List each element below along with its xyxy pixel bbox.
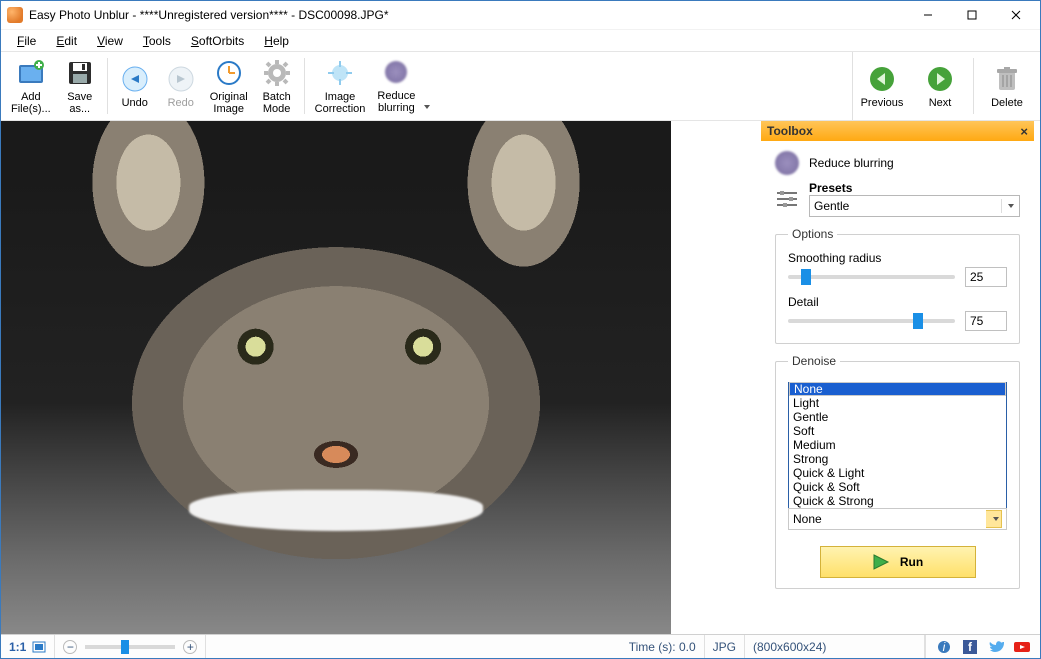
svg-text:i: i <box>943 640 946 654</box>
reduce-blurring-button[interactable]: Reduceblurring <box>371 52 421 118</box>
status-format: JPG <box>705 635 745 658</box>
zoom-in-button[interactable]: + <box>183 640 197 654</box>
fit-icon <box>32 641 46 653</box>
menu-help[interactable]: Help <box>256 32 297 50</box>
denoise-option[interactable]: Strong <box>789 452 1006 466</box>
delete-button[interactable]: Delete <box>978 52 1036 120</box>
status-time: Time (s): 0.0 <box>621 635 705 658</box>
denoise-option[interactable]: Quick & Light <box>789 466 1006 480</box>
denoise-option[interactable]: Light <box>789 396 1006 410</box>
batch-mode-button[interactable]: BatchMode <box>254 52 300 120</box>
redo-button[interactable]: Redo <box>158 52 204 120</box>
toolbox-close-button[interactable]: × <box>1020 124 1028 139</box>
denoise-listbox[interactable]: NoneLightGentleSoftMediumStrongQuick & L… <box>788 382 1007 509</box>
image-canvas[interactable] <box>1 121 671 634</box>
gear-icon <box>261 57 293 89</box>
denoise-option[interactable]: Soft <box>789 424 1006 438</box>
undo-button[interactable]: Undo <box>112 52 158 120</box>
zoom-ratio[interactable]: 1:1 <box>1 635 55 658</box>
redo-icon <box>165 63 197 95</box>
blur-icon <box>380 56 412 88</box>
window-title: Easy Photo Unblur - ****Unregistered ver… <box>29 8 906 22</box>
app-icon <box>7 7 23 23</box>
previous-button[interactable]: Previous <box>853 52 911 120</box>
detail-label: Detail <box>788 295 1007 309</box>
detail-slider[interactable] <box>788 319 955 323</box>
sparkle-icon <box>324 57 356 89</box>
save-icon <box>64 57 96 89</box>
options-group: Options Smoothing radius 25 Detail 75 <box>775 227 1020 344</box>
add-files-button[interactable]: AddFile(s)... <box>5 52 57 120</box>
presets-combo[interactable]: Gentle <box>809 195 1020 217</box>
main-area: Toolbox × Reduce blurring Presets Gentle <box>1 121 1040 634</box>
smoothing-slider[interactable] <box>788 275 955 279</box>
close-button[interactable] <box>994 2 1038 28</box>
detail-value[interactable]: 75 <box>965 311 1007 331</box>
denoise-option[interactable]: Quick & Strong <box>789 494 1006 508</box>
denoise-option[interactable]: Gentle <box>789 410 1006 424</box>
youtube-icon[interactable] <box>1014 639 1030 655</box>
smoothing-value[interactable]: 25 <box>965 267 1007 287</box>
app-window: Easy Photo Unblur - ****Unregistered ver… <box>0 0 1041 659</box>
smoothing-label: Smoothing radius <box>788 251 1007 265</box>
previous-icon <box>866 63 898 95</box>
denoise-option[interactable]: Quick & Soft <box>789 480 1006 494</box>
clock-icon <box>213 57 245 89</box>
add-files-icon <box>15 57 47 89</box>
image-correction-button[interactable]: ImageCorrection <box>309 52 372 120</box>
menubar: File Edit View Tools SoftOrbits Help <box>1 29 1040 51</box>
menu-softorbits[interactable]: SoftOrbits <box>183 32 252 50</box>
run-button[interactable]: Run <box>820 546 976 578</box>
status-dimensions: (800x600x24) <box>745 635 925 658</box>
chevron-down-icon <box>1001 199 1015 213</box>
menu-file[interactable]: File <box>9 32 44 50</box>
twitter-icon[interactable] <box>988 639 1004 655</box>
status-bar: 1:1 − + Time (s): 0.0 JPG (800x600x24) i… <box>1 634 1040 658</box>
zoom-out-button[interactable]: − <box>63 640 77 654</box>
presets-icon <box>775 187 799 211</box>
presets-label: Presets <box>809 181 1020 195</box>
next-icon <box>924 63 956 95</box>
maximize-button[interactable] <box>950 2 994 28</box>
menu-edit[interactable]: Edit <box>48 32 85 50</box>
denoise-option[interactable]: None <box>789 382 1006 396</box>
info-icon[interactable]: i <box>936 639 952 655</box>
denoise-group: Denoise NoneLightGentleSoftMediumStrongQ… <box>775 354 1020 589</box>
denoise-combo[interactable]: None <box>788 508 1007 530</box>
toolbox-panel: Toolbox × Reduce blurring Presets Gentle <box>761 121 1040 634</box>
undo-icon <box>119 63 151 95</box>
mode-label: Reduce blurring <box>809 156 894 170</box>
save-as-button[interactable]: Saveas... <box>57 52 103 120</box>
preview-image <box>1 121 671 634</box>
facebook-icon[interactable]: f <box>962 639 978 655</box>
trash-icon <box>991 63 1023 95</box>
original-image-button[interactable]: OriginalImage <box>204 52 254 120</box>
titlebar: Easy Photo Unblur - ****Unregistered ver… <box>1 1 1040 29</box>
reduce-blurring-dropdown[interactable] <box>423 100 431 114</box>
denoise-option[interactable]: Medium <box>789 438 1006 452</box>
chevron-down-icon <box>986 510 1002 528</box>
toolbar: AddFile(s)... Saveas... Undo Redo Origin… <box>1 51 1040 121</box>
menu-tools[interactable]: Tools <box>135 32 179 50</box>
zoom-slider[interactable] <box>85 645 175 649</box>
toolbox-header: Toolbox × <box>761 121 1034 141</box>
mode-icon <box>775 151 799 175</box>
menu-view[interactable]: View <box>89 32 131 50</box>
next-button[interactable]: Next <box>911 52 969 120</box>
minimize-button[interactable] <box>906 2 950 28</box>
